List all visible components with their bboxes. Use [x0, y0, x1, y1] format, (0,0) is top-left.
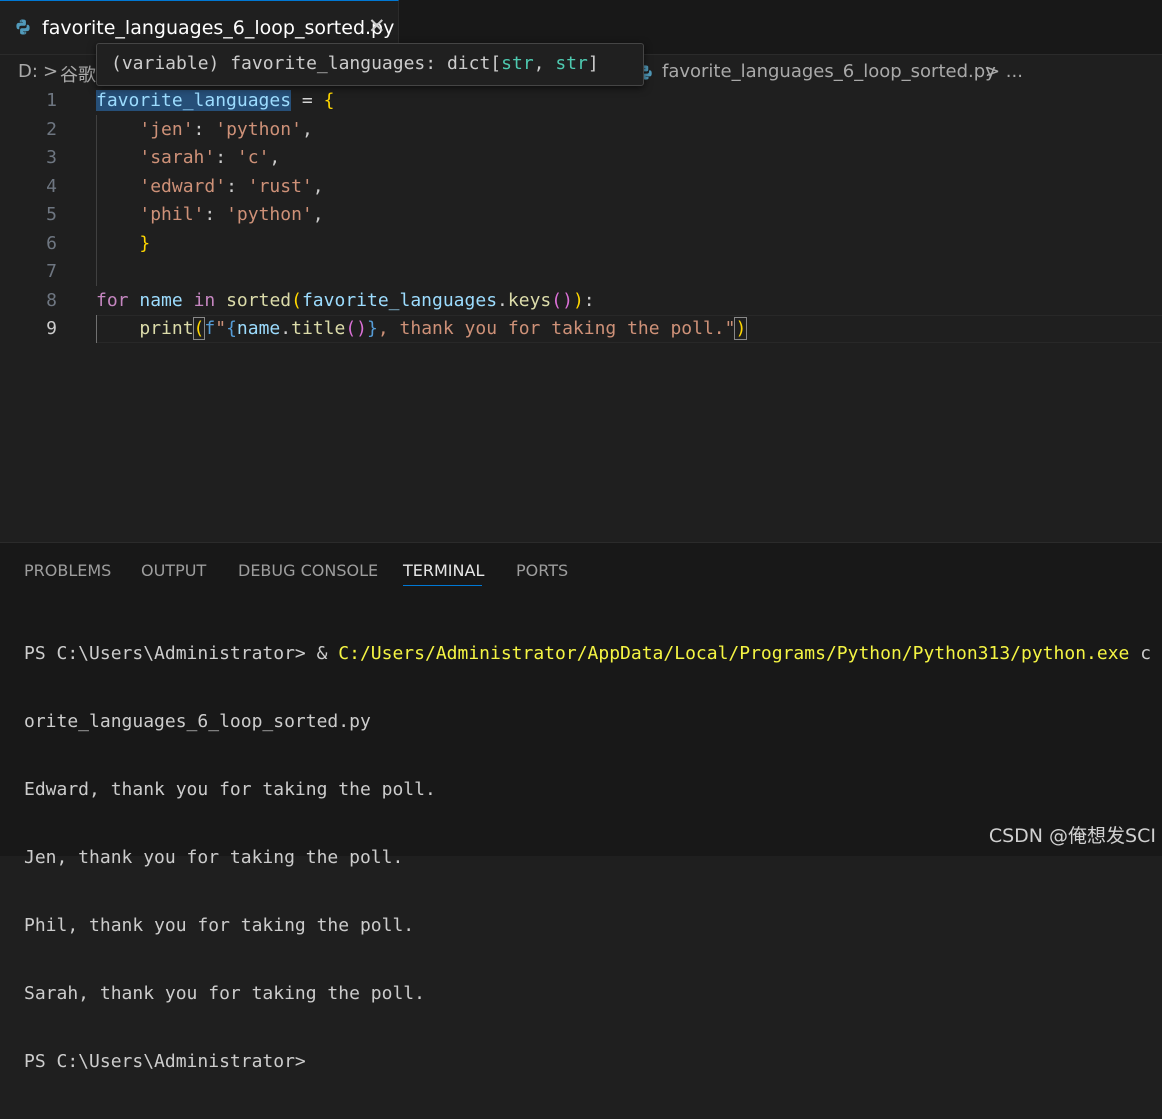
breadcrumb-separator: > — [43, 61, 59, 82]
code-line: 5 'phil': 'python', — [0, 201, 1162, 229]
terminal-output[interactable]: PS C:\Users\Administrator> & C:/Users/Ad… — [24, 601, 1151, 1119]
active-tab-indicator — [403, 585, 482, 586]
code-line: 1 favorite_languages = { — [0, 87, 1162, 115]
code-line: 6 } — [0, 230, 1162, 258]
code-editor[interactable]: 1 favorite_languages = { 2 'jen': 'pytho… — [0, 86, 1162, 542]
python-file-icon — [16, 19, 30, 35]
terminal-line: orite_languages_6_loop_sorted.py — [24, 711, 371, 732]
watermark: CSDN @俺想发SCI — [988, 825, 1156, 847]
bottom-panel: PROBLEMS OUTPUT DEBUG CONSOLE TERMINAL P… — [0, 542, 1162, 1072]
code-line: 3 'sarah': 'c', — [0, 144, 1162, 172]
terminal-line: PS C:\Users\Administrator> & C:/Users/Ad… — [24, 643, 1152, 664]
line-number: 4 — [46, 176, 57, 197]
tab-ports[interactable]: PORTS — [516, 561, 568, 580]
code-line: 9 print(f"{name.title()}, thank you for … — [0, 315, 1162, 343]
tab-terminal[interactable]: TERMINAL — [403, 561, 484, 580]
code-line: 2 'jen': 'python', — [0, 116, 1162, 144]
code-line: 8 for name in sorted(favorite_languages.… — [0, 287, 1162, 315]
tab-title: favorite_languages_6_loop_sorted.py — [42, 17, 395, 39]
terminal-line: Edward, thank you for taking the poll. — [24, 779, 436, 800]
code-line: 7 — [0, 258, 1162, 286]
tab-problems[interactable]: PROBLEMS — [24, 561, 111, 580]
close-icon[interactable]: ✕ — [368, 14, 386, 38]
hover-signature: (variable) favorite_languages: dict[str,… — [111, 53, 599, 74]
line-number: 8 — [46, 290, 57, 311]
line-number: 6 — [46, 233, 57, 254]
hover-tooltip: (variable) favorite_languages: dict[str,… — [96, 43, 644, 86]
tab-output[interactable]: OUTPUT — [141, 561, 206, 580]
breadcrumb-file[interactable]: favorite_languages_6_loop_sorted.py — [662, 61, 996, 82]
line-number: 7 — [46, 261, 57, 282]
terminal-line: Jen, thank you for taking the poll. — [24, 847, 404, 868]
terminal-line: PS C:\Users\Administrator> — [24, 1051, 306, 1072]
breadcrumb-folder[interactable]: 谷歌 — [60, 61, 96, 87]
terminal-line: Sarah, thank you for taking the poll. — [24, 983, 425, 1004]
line-number: 3 — [46, 147, 57, 168]
line-number: 9 — [46, 318, 57, 339]
breadcrumb-drive[interactable]: D: — [18, 61, 38, 82]
tab-debug-console[interactable]: DEBUG CONSOLE — [238, 561, 378, 580]
terminal-line: Phil, thank you for taking the poll. — [24, 915, 415, 936]
line-number: 1 — [46, 90, 57, 111]
breadcrumb-more[interactable]: > ... — [985, 61, 1023, 82]
line-number: 5 — [46, 204, 57, 225]
line-number: 2 — [46, 119, 57, 140]
code-line: 4 'edward': 'rust', — [0, 173, 1162, 201]
